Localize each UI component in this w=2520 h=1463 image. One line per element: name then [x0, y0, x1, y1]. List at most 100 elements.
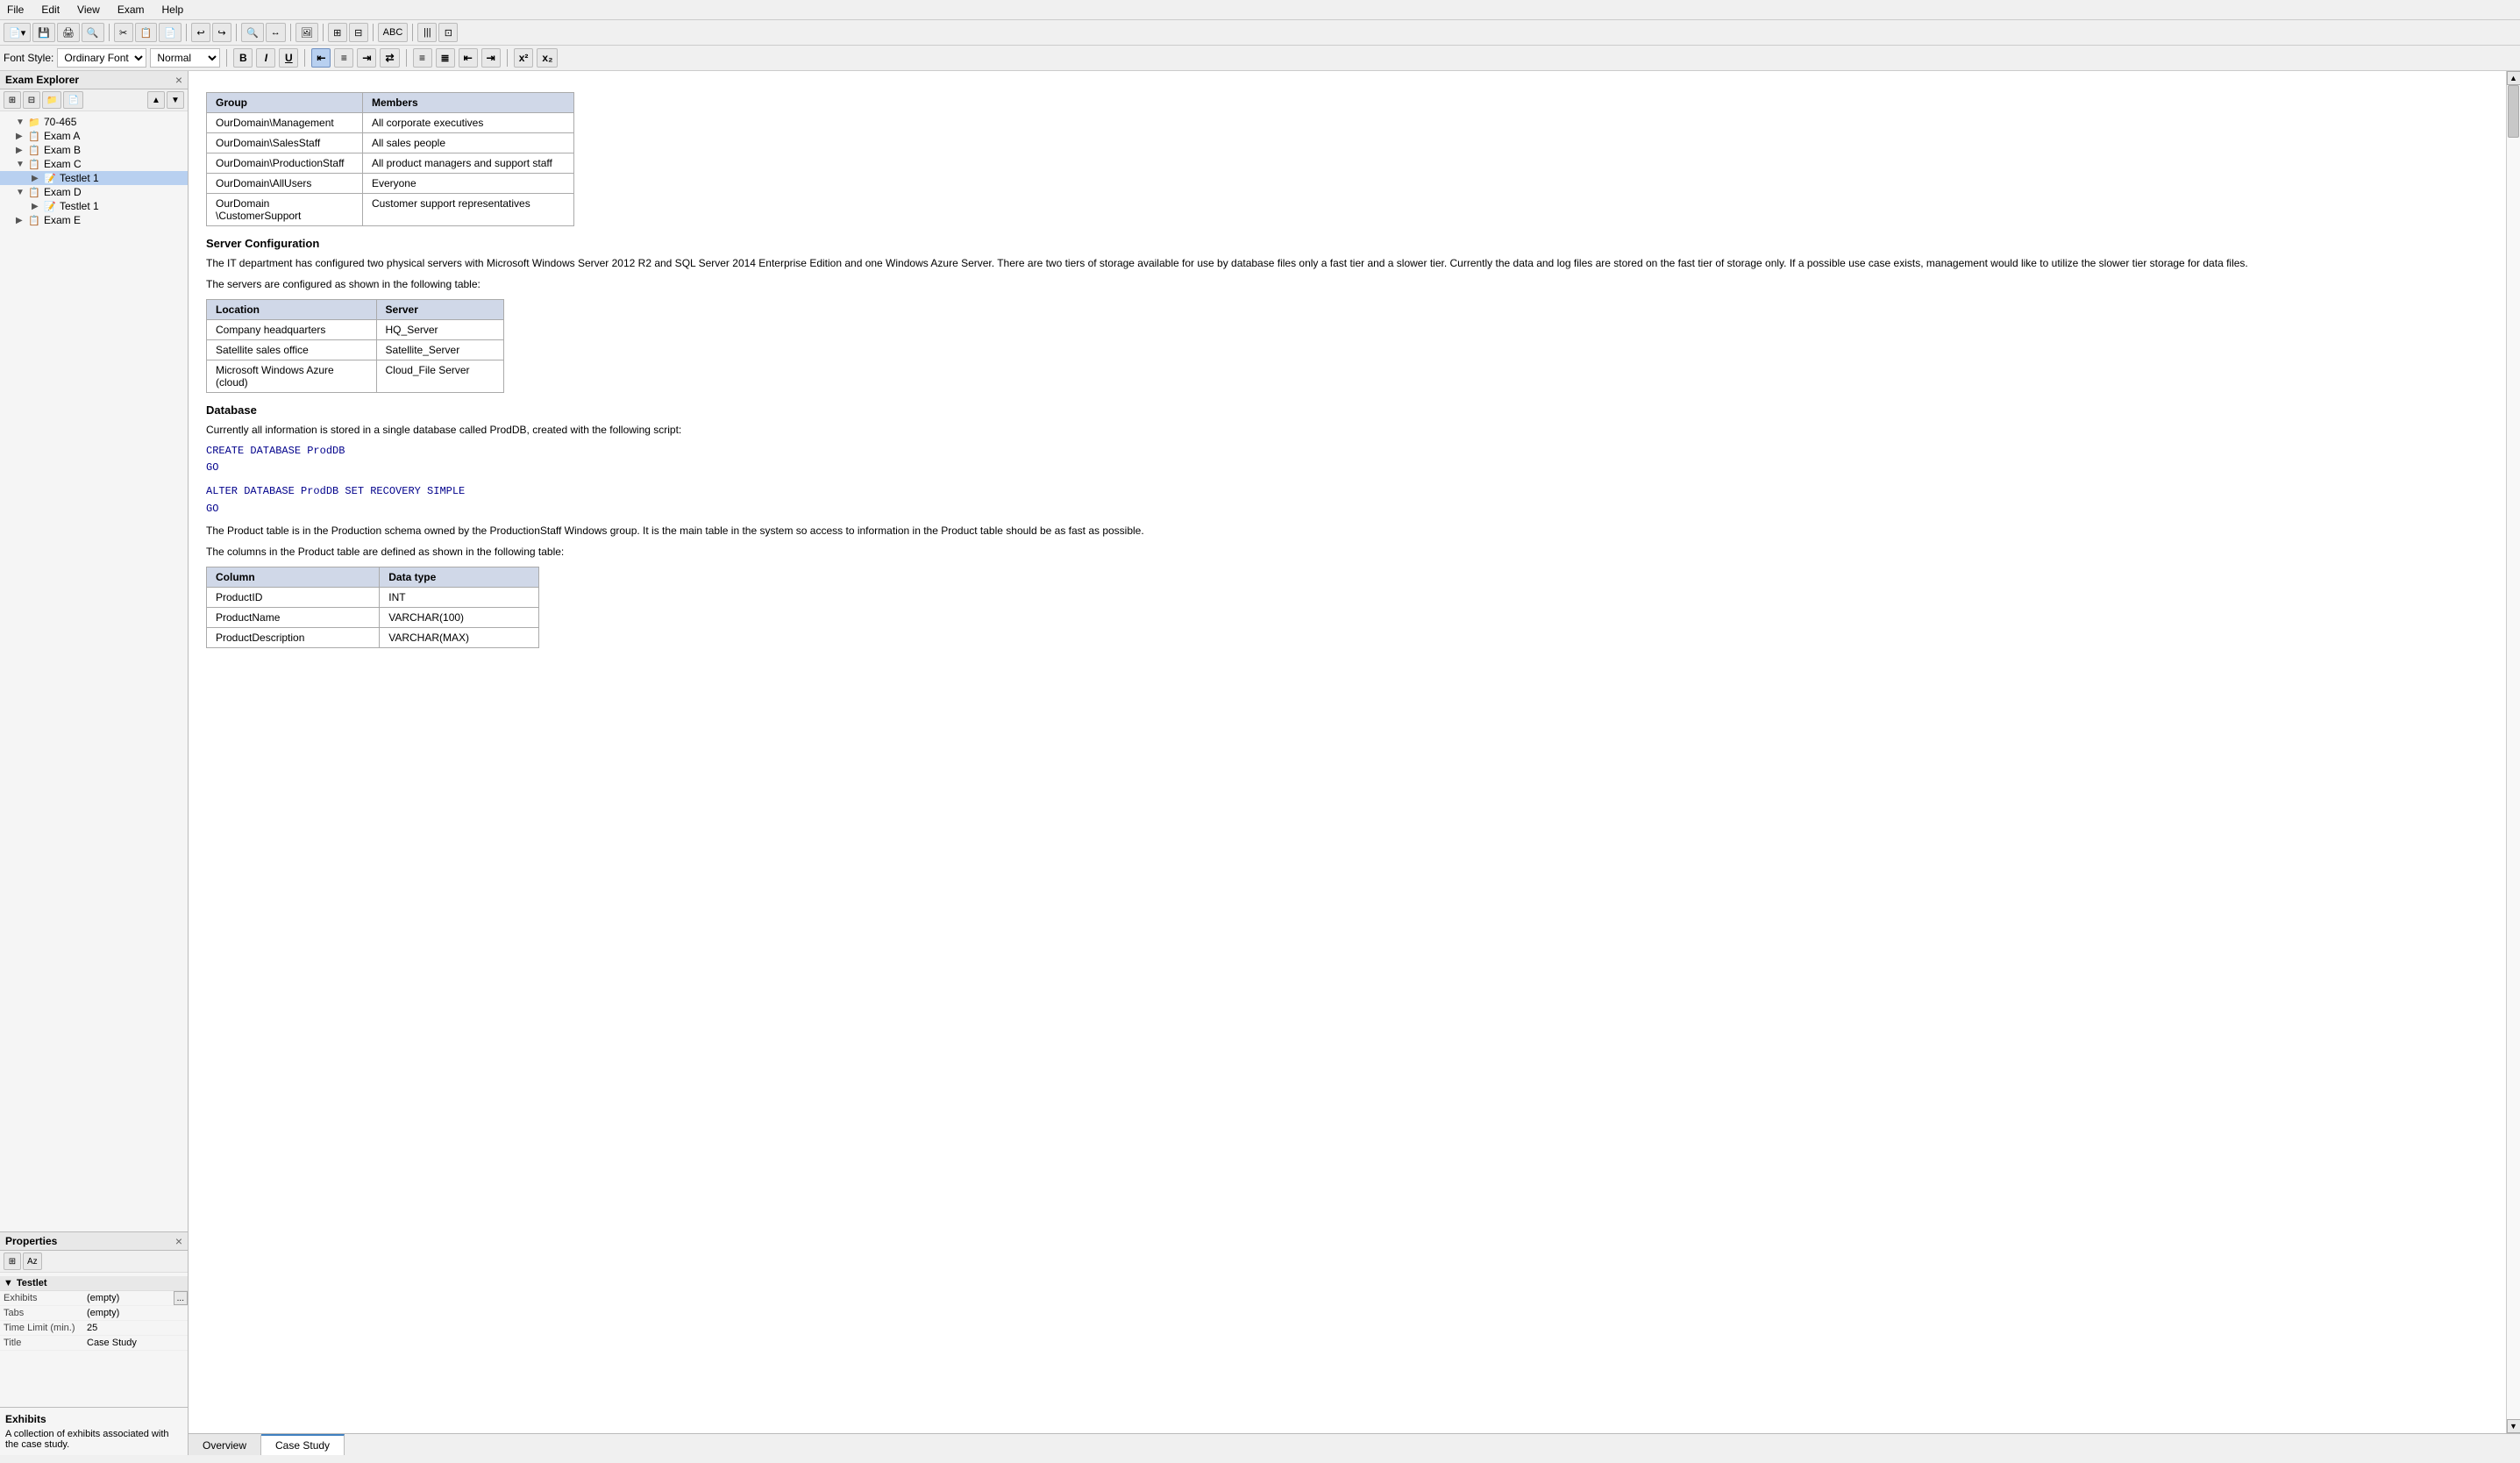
tree-item-testlet1c[interactable]: ▶ 📝 Testlet 1	[0, 171, 188, 185]
toggle-examC[interactable]: ▼	[16, 160, 28, 169]
redo-btn[interactable]: ↪	[212, 23, 231, 42]
group-members: Customer support representatives	[362, 194, 573, 226]
menu-exam[interactable]: Exam	[114, 2, 148, 18]
save-btn[interactable]: 💾	[32, 23, 55, 42]
product-table-desc1: The Product table is in the Production s…	[206, 523, 2488, 539]
props-btn2[interactable]: Az	[23, 1252, 42, 1270]
toggle-testlet1c[interactable]: ▶	[32, 174, 44, 183]
copy-btn[interactable]: 📋	[135, 23, 158, 42]
props-section-icon: ▼	[4, 1278, 13, 1288]
explorer-btn2[interactable]: ⊟	[23, 91, 40, 109]
new-btn[interactable]: 📄▾	[4, 23, 31, 42]
paste-btn[interactable]: 📄	[159, 23, 182, 42]
toggle-examD[interactable]: ▼	[16, 188, 28, 197]
sep7	[412, 24, 413, 41]
undo-btn[interactable]: ↩	[191, 23, 210, 42]
spell-btn[interactable]: ABC	[378, 23, 409, 42]
explorer-btn1[interactable]: ⊞	[4, 91, 21, 109]
cut-btn[interactable]: ✂	[114, 23, 133, 42]
print-preview-btn[interactable]: 🔍	[82, 23, 104, 42]
list-number-btn[interactable]: ≣	[436, 48, 455, 68]
align-left-btn[interactable]: ⇤	[311, 48, 331, 68]
table-props-btn[interactable]: ⊟	[349, 23, 368, 42]
print-btn[interactable]: 🖨	[57, 23, 80, 42]
toggle-examB[interactable]: ▶	[16, 146, 28, 155]
tree-item-examB[interactable]: ▶ 📋 Exam B	[0, 143, 188, 157]
tab-overview[interactable]: Overview	[189, 1434, 261, 1455]
server-config-table-intro: The servers are configured as shown in t…	[206, 276, 2488, 292]
align-right-btn[interactable]: ⇥	[357, 48, 376, 68]
col-btn[interactable]: |||	[417, 23, 437, 42]
menu-view[interactable]: View	[74, 2, 103, 18]
exhibits-panel: Exhibits A collection of exhibits associ…	[0, 1407, 188, 1455]
indent-increase-btn[interactable]: ⇥	[481, 48, 501, 68]
scroll-up-btn[interactable]: ▲	[2507, 71, 2520, 85]
scroll-thumb[interactable]	[2508, 85, 2519, 138]
exam-explorer-close[interactable]: ×	[175, 74, 182, 86]
toolbar: 📄▾ 💾 🖨 🔍 ✂ 📋 📄 ↩ ↪ 🔍 ↔ 🖼 ⊞ ⊟ ABC ||| ⊡	[0, 20, 2520, 46]
toggle-testlet1d[interactable]: ▶	[32, 202, 44, 211]
left-panel: Exam Explorer × ⊞ ⊟ 📁 📄 ▲ ▼ ▼ 📁 70-465 ▶	[0, 71, 189, 1455]
scrollbar[interactable]: ▲ ▼	[2506, 71, 2520, 1433]
replace-btn[interactable]: ↔	[266, 23, 286, 42]
table-row: OurDomain\Management All corporate execu…	[207, 113, 574, 133]
props-row-tabs: Tabs (empty)	[0, 1306, 188, 1321]
sep-align	[304, 49, 305, 67]
properties-toolbar: ⊞ Az	[0, 1251, 188, 1273]
menu-help[interactable]: Help	[159, 2, 188, 18]
product-col-type: VARCHAR(MAX)	[380, 627, 539, 647]
list-bullet-btn[interactable]: ≡	[413, 48, 432, 68]
tab-case-study[interactable]: Case Study	[261, 1434, 345, 1455]
explorer-btn3[interactable]: 📁	[42, 91, 61, 109]
explorer-btn4[interactable]: 📄	[63, 91, 82, 109]
font-size-select[interactable]: Normal	[150, 48, 220, 68]
underline-btn[interactable]: U	[279, 48, 298, 68]
menu-edit[interactable]: Edit	[38, 2, 63, 18]
properties-close[interactable]: ×	[175, 1235, 182, 1247]
image-btn[interactable]: 🖼	[295, 23, 318, 42]
subscript-btn[interactable]: x₂	[537, 48, 558, 68]
tree-label-testlet1c: Testlet 1	[60, 172, 99, 184]
tree-item-testlet1d[interactable]: ▶ 📝 Testlet 1	[0, 199, 188, 213]
props-btn1[interactable]: ⊞	[4, 1252, 21, 1270]
toggle-examA[interactable]: ▶	[16, 132, 28, 141]
props-key-tabs: Tabs	[0, 1306, 83, 1320]
tree-item-root[interactable]: ▼ 📁 70-465	[0, 115, 188, 129]
find-btn[interactable]: 🔍	[241, 23, 264, 42]
align-center-btn[interactable]: ≡	[334, 48, 353, 68]
tree-item-examC[interactable]: ▼ 📋 Exam C	[0, 157, 188, 171]
testlet-icon-c: 📝	[44, 173, 58, 184]
italic-btn[interactable]: I	[256, 48, 275, 68]
justify-btn[interactable]: ⇄	[380, 48, 399, 68]
tree-item-examE[interactable]: ▶ 📋 Exam E	[0, 213, 188, 227]
table-btn[interactable]: ⊞	[328, 23, 347, 42]
props-key-timelimit: Time Limit (min.)	[0, 1321, 83, 1335]
tree-label-examB: Exam B	[44, 144, 81, 156]
group-name: OurDomain\ProductionStaff	[207, 153, 363, 174]
merge-btn[interactable]: ⊡	[438, 23, 458, 42]
table-row: ProductID INT	[207, 587, 539, 607]
product-col-column: Column	[207, 567, 380, 587]
sep4	[290, 24, 291, 41]
exam-explorer-toolbar: ⊞ ⊟ 📁 📄 ▲ ▼	[0, 89, 188, 111]
tree-item-examA[interactable]: ▶ 📋 Exam A	[0, 129, 188, 143]
scroll-down-btn[interactable]: ▼	[2507, 1419, 2520, 1433]
exam-icon-e: 📋	[28, 215, 42, 226]
explorer-up-btn[interactable]: ▲	[147, 91, 165, 109]
server-name: Satellite_Server	[376, 340, 503, 360]
content-scroll[interactable]: Group Members OurDomain\Management All c…	[189, 71, 2506, 1433]
tab-bar: Overview Case Study	[189, 1433, 2520, 1455]
toggle-examE[interactable]: ▶	[16, 216, 28, 225]
groups-col-group: Group	[207, 93, 363, 113]
tree-label-root: 70-465	[44, 116, 76, 128]
bold-btn[interactable]: B	[233, 48, 253, 68]
font-style-select[interactable]: Ordinary Font	[57, 48, 146, 68]
code-line-2: GO	[206, 460, 2488, 476]
exhibits-ellipsis-btn[interactable]: ...	[174, 1291, 188, 1305]
toggle-root[interactable]: ▼	[16, 118, 28, 127]
menu-file[interactable]: File	[4, 2, 27, 18]
indent-decrease-btn[interactable]: ⇤	[459, 48, 478, 68]
superscript-btn[interactable]: x²	[514, 48, 534, 68]
explorer-down-btn[interactable]: ▼	[167, 91, 184, 109]
tree-item-examD[interactable]: ▼ 📋 Exam D	[0, 185, 188, 199]
